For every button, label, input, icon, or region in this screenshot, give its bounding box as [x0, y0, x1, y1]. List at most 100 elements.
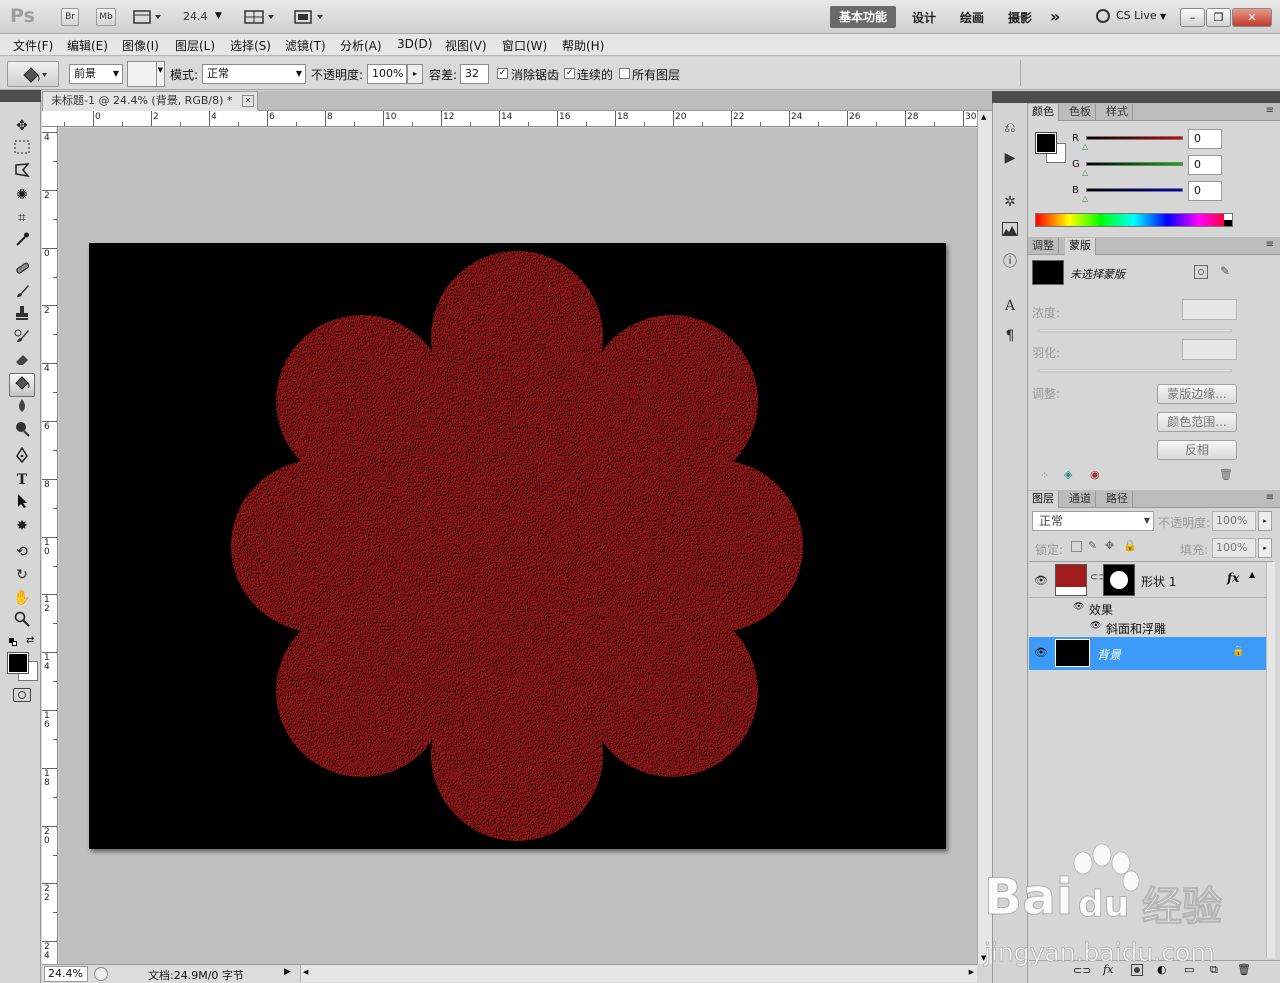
menu-file[interactable]: 文件(F)	[13, 37, 53, 54]
scroll-up-icon[interactable]: ▲	[981, 113, 986, 121]
delete-layer-icon[interactable]: 🗑	[1237, 963, 1251, 976]
workspace-painting-button[interactable]: 绘画	[960, 9, 984, 26]
mode-select[interactable]: 正常 ▼	[202, 64, 306, 84]
lasso-tool-icon[interactable]	[11, 162, 33, 182]
workspace-design-button[interactable]: 设计	[912, 9, 936, 26]
blue-slider-handle[interactable]: △	[1082, 194, 1088, 203]
layer-row-background[interactable]: 👁 背景 🔒	[1029, 637, 1273, 670]
document-tab[interactable]: 未标题-1 @ 24.4% (背景, RGB/8) * ✕	[42, 91, 258, 111]
zoom-status-input[interactable]: 24.4%	[44, 966, 88, 982]
lock-transparent-icon[interactable]	[1071, 541, 1082, 552]
path-selection-tool-icon[interactable]	[11, 493, 33, 513]
opacity-input[interactable]: 100%	[367, 64, 407, 84]
panel-menu-icon[interactable]: ≡	[1266, 105, 1274, 116]
add-mask-icon[interactable]	[1131, 964, 1143, 976]
fill-slider-button[interactable]: ▸	[1258, 538, 1272, 558]
disable-mask-icon[interactable]: ◉	[1090, 468, 1100, 481]
crop-tool-icon[interactable]: ⌗	[11, 208, 33, 228]
pen-tool-icon[interactable]	[11, 446, 33, 467]
panel-dock-header[interactable]	[992, 91, 1028, 103]
green-value-input[interactable]: 0	[1188, 155, 1222, 175]
adjustment-layer-icon[interactable]: ◐	[1157, 963, 1167, 976]
dodge-tool-icon[interactable]	[11, 421, 33, 441]
scroll-left-icon[interactable]: ◀	[303, 968, 308, 976]
minimize-button[interactable]: –	[1180, 8, 1205, 27]
history-brush-tool-icon[interactable]	[11, 328, 33, 348]
view-extras-button[interactable]	[133, 9, 163, 25]
red-slider-handle[interactable]: △	[1082, 142, 1088, 151]
3d-orbit-tool-icon[interactable]: ↻	[11, 565, 33, 585]
workspace-essentials-button[interactable]: 基本功能	[830, 6, 896, 28]
layer-opacity-slider-button[interactable]: ▸	[1258, 511, 1272, 531]
horizontal-ruler[interactable]: 0 2 4 6 8 10 12 14 16 18 20 22 24 26 28 30	[42, 111, 977, 127]
color-spectrum-ramp[interactable]	[1035, 213, 1233, 227]
layer-opacity-input[interactable]: 100%	[1212, 511, 1256, 531]
green-slider[interactable]	[1086, 162, 1183, 166]
menu-select[interactable]: 选择(S)	[230, 37, 271, 54]
layer-row-shape[interactable]: 👁 ⊂⊃ 形状 1 fx ▲	[1029, 562, 1273, 598]
blue-slider[interactable]	[1086, 188, 1183, 192]
histogram-panel-icon[interactable]	[1000, 222, 1020, 242]
tolerance-input[interactable]: 32	[460, 64, 489, 84]
color-range-button[interactable]: 颜色范围...	[1157, 412, 1237, 432]
all-layers-checkbox[interactable]	[619, 68, 630, 79]
tab-paths[interactable]: 路径	[1102, 491, 1133, 508]
scroll-down-icon[interactable]: ▼	[981, 954, 986, 962]
density-input[interactable]	[1182, 299, 1237, 320]
bridge-button[interactable]: Br	[61, 8, 79, 26]
brush-tool-icon[interactable]	[11, 283, 33, 303]
quick-selection-tool-icon[interactable]: ✺	[11, 185, 33, 205]
vertical-scrollbar[interactable]: ▲ ▼	[977, 111, 992, 964]
scroll-right-icon[interactable]: ▶	[969, 968, 974, 976]
info-panel-icon[interactable]: ⓘ	[1000, 252, 1020, 272]
invert-button[interactable]: 反相	[1157, 440, 1237, 460]
apply-mask-icon[interactable]: ◈	[1064, 468, 1072, 481]
panels-header[interactable]	[1028, 91, 1280, 103]
tab-color[interactable]: 颜色	[1028, 104, 1059, 121]
toolbox-header[interactable]	[0, 90, 41, 102]
paint-bucket-tool-icon[interactable]	[11, 375, 33, 395]
contiguous-checkbox[interactable]: ✓	[564, 68, 575, 79]
restore-button[interactable]: ❐	[1206, 8, 1231, 27]
screen-mode-button[interactable]	[293, 9, 327, 25]
cs-live-button[interactable]: CS Live	[1116, 9, 1157, 22]
more-workspaces-button[interactable]: »	[1050, 7, 1060, 26]
tool-preset-picker[interactable]	[7, 61, 59, 87]
zoom-tool-icon[interactable]	[11, 611, 33, 631]
menu-view[interactable]: 视图(V)	[445, 37, 487, 54]
collapse-arrow-icon[interactable]: ▲	[1249, 570, 1255, 579]
layers-scrollbar[interactable]	[1266, 562, 1275, 958]
green-slider-handle[interactable]: △	[1082, 168, 1088, 177]
arrange-documents-button[interactable]	[244, 9, 278, 25]
density-slider[interactable]	[1038, 329, 1232, 332]
visibility-eye-icon[interactable]: 👁	[1034, 574, 1048, 587]
default-colors-icon[interactable]	[9, 638, 17, 646]
vector-mask-icon[interactable]: ✎	[1220, 264, 1230, 278]
zoom-level-select[interactable]: 24.4	[183, 10, 208, 23]
eyedropper-tool-icon[interactable]	[11, 231, 33, 251]
mini-bridge-button[interactable]: Mb	[96, 8, 116, 26]
menu-3d[interactable]: 3D(D)	[397, 37, 432, 51]
eraser-tool-icon[interactable]	[11, 351, 33, 371]
menu-layer[interactable]: 图层(L)	[175, 37, 215, 54]
close-document-button[interactable]: ✕	[242, 95, 254, 107]
mask-edge-button[interactable]: 蒙版边缘...	[1157, 384, 1237, 404]
workspace-photography-button[interactable]: 摄影	[1008, 9, 1032, 26]
tab-masks[interactable]: 蒙版	[1065, 238, 1096, 255]
feather-slider[interactable]	[1038, 369, 1232, 372]
load-selection-icon[interactable]: ⁘	[1040, 469, 1049, 482]
blur-tool-icon[interactable]	[11, 398, 33, 418]
add-style-icon[interactable]: fx	[1103, 963, 1113, 976]
bevel-eye-icon[interactable]: 👁	[1090, 621, 1101, 631]
3d-panel-icon[interactable]: ✲	[1000, 192, 1020, 212]
menu-window[interactable]: 窗口(W)	[502, 37, 547, 54]
tab-swatches[interactable]: 色板	[1065, 104, 1096, 121]
feather-input[interactable]	[1182, 339, 1237, 360]
link-layers-icon[interactable]: ⊂⊃	[1073, 964, 1091, 977]
healing-brush-tool-icon[interactable]	[11, 260, 33, 280]
horizontal-scrollbar[interactable]: ◀ ▶	[300, 965, 977, 982]
custom-shape-tool-icon[interactable]: ✸	[11, 516, 33, 536]
move-tool-icon[interactable]: ✥	[11, 116, 33, 136]
menu-analysis[interactable]: 分析(A)	[340, 37, 382, 54]
lock-position-icon[interactable]: ✥	[1105, 539, 1114, 552]
